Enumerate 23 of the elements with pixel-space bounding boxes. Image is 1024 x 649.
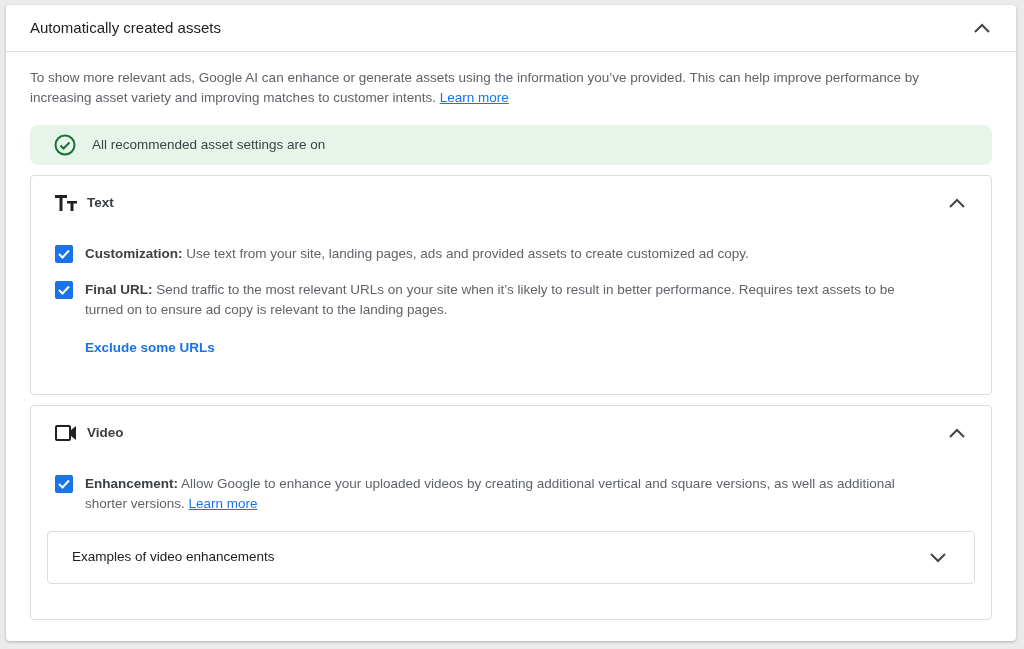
option-text: Final URL: Send traffic to the most relevant URLs on your site when it’s likely to result in better performance. Requires text assets to be turned on to ensure ad copy is relevant to the landing pages. bbox=[85, 281, 896, 319]
chevron-up-icon[interactable] bbox=[949, 198, 965, 208]
text-size-icon bbox=[55, 195, 77, 211]
learn-more-link[interactable]: Learn more bbox=[439, 90, 509, 105]
video-camera-icon bbox=[55, 425, 77, 441]
subpanel-title: Examples of video enhancements bbox=[72, 548, 275, 567]
checkbox[interactable] bbox=[55, 245, 73, 263]
section-title: Video bbox=[87, 423, 124, 442]
exclude-urls-link[interactable]: Exclude some URLs bbox=[85, 338, 215, 359]
option-text: Enhancement: Allow Google to enhance your uploaded videos by creating additional vertical and square versions, as well as additional shorter versions. Learn more bbox=[85, 475, 896, 513]
section-title: Text bbox=[87, 193, 114, 212]
status-text: All recommended asset settings are on bbox=[92, 135, 326, 154]
option-text: Customization: Use text from your site, landing pages, ads and provided assets to create customized ad copy. bbox=[85, 245, 749, 263]
chevron-down-icon[interactable] bbox=[930, 552, 946, 563]
subpanel-header[interactable]: Examples of video enhancements bbox=[47, 531, 975, 584]
chevron-up-icon[interactable] bbox=[974, 23, 990, 33]
checkbox[interactable] bbox=[55, 281, 73, 299]
check-circle-icon bbox=[54, 134, 76, 156]
learn-more-link[interactable]: Learn more bbox=[188, 496, 258, 511]
panel-title: Automatically created assets bbox=[30, 17, 221, 38]
checkbox[interactable] bbox=[55, 475, 73, 493]
description-text: To show more relevant ads, Google AI can enhance or generate assets using the information you’ve provided. This can help improve performance by increasing asset variety and improving matches to customer intents. Learn more bbox=[30, 69, 920, 107]
chevron-up-icon[interactable] bbox=[949, 428, 965, 438]
